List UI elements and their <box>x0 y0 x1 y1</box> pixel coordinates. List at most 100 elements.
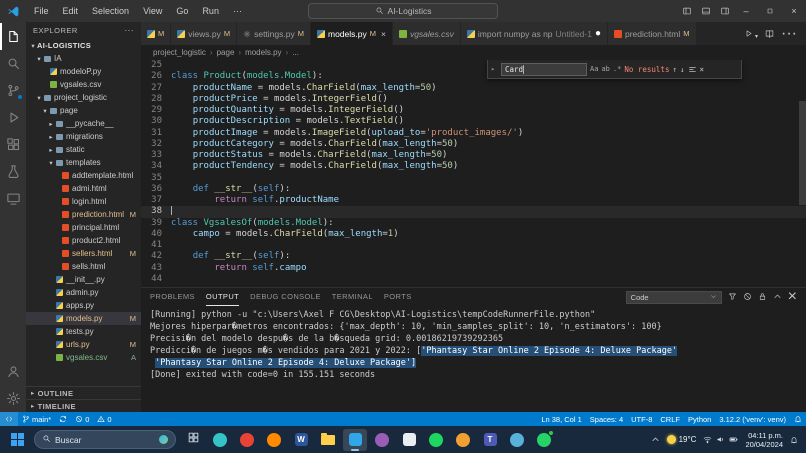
toggle-secondary-sidebar-icon[interactable] <box>715 0 734 22</box>
status-branch[interactable]: main* <box>18 412 55 426</box>
find-next-icon[interactable]: ↓ <box>680 65 685 74</box>
tree-file-modelop-py[interactable]: modeloP.py <box>26 65 141 78</box>
code-line-38[interactable]: 38 <box>141 206 806 217</box>
status-python[interactable]: Python <box>684 412 715 426</box>
code-line-40[interactable]: 40 campo = models.CharField(max_length=1… <box>141 229 806 240</box>
notebook-app-icon[interactable] <box>397 429 421 451</box>
code-line-31[interactable]: 31 productImage = models.ImageField(uplo… <box>141 128 806 139</box>
maximize-button[interactable] <box>758 0 782 22</box>
toggle-sidebar-icon[interactable] <box>677 0 696 22</box>
tree-folder-pycache[interactable]: ▸__pycache__ <box>26 117 141 130</box>
panel-tab-debug-console[interactable]: DEBUG CONSOLE <box>250 288 321 306</box>
tree-folder-ia[interactable]: ▾IA <box>26 52 141 65</box>
code-line-37[interactable]: 37 return self.productName <box>141 195 806 206</box>
editor-scrollbar[interactable] <box>799 60 806 287</box>
find-in-selection-icon[interactable] <box>688 65 697 74</box>
run-python-button[interactable]: ▾ <box>744 25 758 43</box>
menu-go[interactable]: Go <box>169 0 195 22</box>
tab-models-py[interactable]: models.pyM× <box>311 22 393 45</box>
status-crlf[interactable]: CRLF <box>656 412 684 426</box>
spotify-icon[interactable] <box>424 429 448 451</box>
code-line-28[interactable]: 28 productPrice = models.IntegerField() <box>141 94 806 105</box>
tree-file-login-html[interactable]: login.html <box>26 195 141 208</box>
weather-widget[interactable]: 19°C <box>667 435 697 444</box>
tree-file-principal-html[interactable]: principal.html <box>26 221 141 234</box>
code-line-42[interactable]: 42 def __str__(self): <box>141 251 806 262</box>
account-icon[interactable] <box>0 358 26 385</box>
status-ln[interactable]: Ln 38, Col 1 <box>537 412 585 426</box>
panel-tab-output[interactable]: OUTPUT <box>206 288 239 306</box>
tree-file-admin-py[interactable]: admin.py <box>26 286 141 299</box>
testing-icon[interactable] <box>0 158 26 185</box>
tab-settings-py[interactable]: settings.pyM <box>237 22 311 45</box>
breadcrumb-item-page[interactable]: page <box>217 48 235 57</box>
tree-folder-templates[interactable]: ▾templates <box>26 156 141 169</box>
regex-icon[interactable]: .* <box>613 65 621 73</box>
tree-file-addtemplate-html[interactable]: addtemplate.html <box>26 169 141 182</box>
vscode-icon[interactable] <box>343 429 367 451</box>
tree-folder-project-logistic[interactable]: ▾project_logistic <box>26 91 141 104</box>
word-icon[interactable]: W <box>289 429 313 451</box>
tree-folder-page[interactable]: ▾page <box>26 104 141 117</box>
code-line-39[interactable]: 39class VgsalesOf(models.Model): <box>141 218 806 229</box>
section-timeline[interactable]: ▸TIMELINE <box>26 399 141 412</box>
explorer-icon[interactable] <box>0 23 26 50</box>
clear-output-icon[interactable] <box>743 288 752 306</box>
security-shield-icon[interactable] <box>505 429 529 451</box>
settings-icon[interactable] <box>0 385 26 412</box>
code-line-43[interactable]: 43 return self.campo <box>141 263 806 274</box>
notifications-bell-icon[interactable] <box>790 412 806 426</box>
tree-file-urls-py[interactable]: urls.pyM <box>26 338 141 351</box>
tab-import-numpy-as-np[interactable]: import numpy as npUntitled-1● <box>461 22 608 45</box>
firefox-browser-icon[interactable] <box>262 429 286 451</box>
find-prev-icon[interactable]: ↑ <box>672 65 677 74</box>
status-warning[interactable]: 0 <box>93 412 115 426</box>
close-find-icon[interactable]: × <box>700 65 705 74</box>
breadcrumb-item-models-py[interactable]: models.py <box>245 48 281 57</box>
tab-partial[interactable]: M <box>141 22 171 45</box>
code-line-30[interactable]: 30 productDescription = models.TextField… <box>141 116 806 127</box>
code-line-41[interactable]: 41 <box>141 240 806 251</box>
find-input[interactable]: Card <box>501 63 587 76</box>
tree-file-vgsales-csv[interactable]: vgsales.csvA <box>26 351 141 364</box>
tab-vgsales-csv[interactable]: vgsales.csv <box>393 22 461 45</box>
whatsapp-icon[interactable] <box>532 429 556 451</box>
edge-browser-icon[interactable] <box>208 429 232 451</box>
chrome-browser-icon[interactable] <box>235 429 259 451</box>
whole-word-icon[interactable]: ab <box>601 65 609 73</box>
task-view-icon[interactable] <box>181 429 205 451</box>
explorer-more-icon[interactable]: ··· <box>125 26 135 35</box>
status-3-12-2[interactable]: 3.12.2 ('venv': venv) <box>715 412 790 426</box>
close-tab-icon[interactable]: × <box>381 29 386 39</box>
notification-bell-icon[interactable] <box>790 436 798 444</box>
panel-tab-ports[interactable]: PORTS <box>384 288 412 306</box>
menu-view[interactable]: View <box>136 0 169 22</box>
tree-folder-migrations[interactable]: ▸migrations <box>26 130 141 143</box>
tree-file-init-py[interactable]: __init__.py <box>26 273 141 286</box>
tree-file-sells-html[interactable]: sells.html <box>26 260 141 273</box>
visual-studio-icon[interactable] <box>370 429 394 451</box>
code-line-44[interactable]: 44 <box>141 274 806 285</box>
wifi-icon[interactable] <box>703 431 712 449</box>
menu-more[interactable]: ··· <box>226 0 249 22</box>
taskbar-clock[interactable]: 04:11 p.m. 20/04/2024 <box>745 431 783 449</box>
panel-tab-terminal[interactable]: TERMINAL <box>332 288 373 306</box>
status-error[interactable]: 0 <box>71 412 93 426</box>
status-utf-8[interactable]: UTF-8 <box>627 412 656 426</box>
status-spaces[interactable]: Spaces: 4 <box>586 412 627 426</box>
file-explorer-icon[interactable] <box>316 429 340 451</box>
hidden-icons-chevron[interactable] <box>651 431 660 449</box>
taskbar-search[interactable]: Buscar <box>34 430 176 449</box>
remote-explorer-icon[interactable] <box>0 185 26 212</box>
status-remote[interactable] <box>0 412 18 426</box>
code-line-32[interactable]: 32 productCategory = models.CharField(ma… <box>141 139 806 150</box>
command-center[interactable]: AI-Logistics <box>308 3 498 19</box>
tree-file-vgsales-csv[interactable]: vgsales.csv <box>26 78 141 91</box>
code-line-36[interactable]: 36 def __str__(self): <box>141 184 806 195</box>
status-sync[interactable] <box>55 412 71 426</box>
source-control-icon[interactable] <box>0 77 26 104</box>
maximize-panel-icon[interactable] <box>773 288 782 306</box>
filter-icon[interactable] <box>728 288 737 306</box>
battery-icon[interactable] <box>729 431 738 449</box>
lock-scroll-icon[interactable] <box>758 288 767 306</box>
